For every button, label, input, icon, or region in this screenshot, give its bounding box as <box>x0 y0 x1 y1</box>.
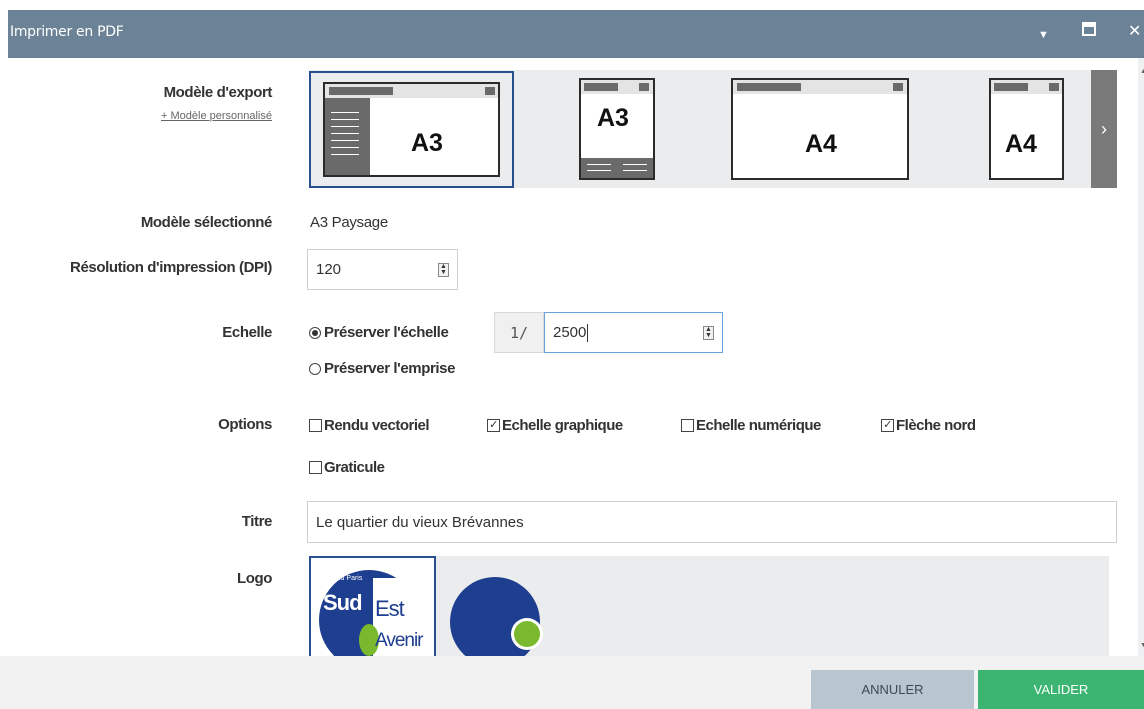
resolution-stepper[interactable]: ▲ ▼ <box>438 262 449 277</box>
scrollbar[interactable] <box>1138 58 1144 656</box>
checkbox-checked: ✓ <box>487 419 500 432</box>
option-label: Echelle numérique <box>696 417 821 434</box>
template-format-label: A3 <box>597 104 629 132</box>
selected-model-value: A3 Paysage <box>310 214 388 231</box>
checkbox <box>309 461 322 474</box>
radio-preserve-scale-label: Préserver l'échelle <box>324 324 449 341</box>
template-a3-landscape-preview: A3 <box>323 82 500 177</box>
option-label: Flèche nord <box>896 417 976 434</box>
title-value: Le quartier du vieux Brévannes <box>316 513 524 531</box>
option-numeric-scale[interactable]: Echelle numérique <box>681 417 821 434</box>
logo-text-avenir: Avenir <box>375 630 424 651</box>
maximize-icon[interactable] <box>1082 22 1096 42</box>
selected-model-label: Modèle sélectionné <box>140 214 273 231</box>
close-icon[interactable]: ✕ <box>1128 22 1141 42</box>
title-input[interactable]: Le quartier du vieux Brévannes <box>307 501 1117 543</box>
radio-preserve-scale[interactable]: Préserver l'échelle <box>309 324 449 341</box>
option-north-arrow[interactable]: ✓ Flèche nord <box>881 417 976 434</box>
option-vector-rendering[interactable]: Rendu vectoriel <box>309 417 430 434</box>
resolution-label: Résolution d'impression (DPI) <box>70 259 272 276</box>
option-graphic-scale[interactable]: ✓ Echelle graphique <box>487 417 623 434</box>
template-format-label: A3 <box>411 129 443 157</box>
option-graticule[interactable]: Graticule <box>309 459 385 476</box>
cancel-button[interactable]: ANNULER <box>811 670 974 709</box>
template-format-label: A4 <box>1005 130 1037 158</box>
carousel-next-button[interactable]: › <box>1091 70 1117 188</box>
export-model-label: Modèle d'export <box>163 84 273 101</box>
template-carousel: A3 A3 A4 A4 <box>309 70 1117 188</box>
radio-dot <box>309 362 321 375</box>
title-label: Titre <box>241 513 273 530</box>
checkbox <box>309 419 322 432</box>
radio-dot-selected <box>309 326 321 339</box>
logo-picker: Grand Paris Sud Est Avenir <box>309 556 1109 656</box>
circle-logo-icon <box>450 577 543 656</box>
validate-button[interactable]: VALIDER <box>978 670 1144 709</box>
template-format-label: A4 <box>805 130 837 158</box>
custom-model-link[interactable]: + Modèle personnalisé <box>161 110 272 122</box>
option-label: Rendu vectoriel <box>324 417 430 434</box>
scroll-up-icon[interactable]: ▲ <box>1140 68 1144 75</box>
checkbox <box>681 419 694 432</box>
template-a3-portrait[interactable]: A3 <box>579 78 655 180</box>
template-a4-portrait[interactable]: A4 <box>989 78 1064 180</box>
radio-preserve-extent-label: Préserver l'emprise <box>324 360 456 377</box>
template-a3-landscape[interactable]: A3 <box>309 71 514 188</box>
checkbox-checked: ✓ <box>881 419 894 432</box>
collapse-icon[interactable]: ▼ <box>1038 25 1049 45</box>
option-label: Graticule <box>324 459 385 476</box>
scale-input[interactable]: 2500 ▲ ▼ <box>544 312 723 353</box>
logo-label: Logo <box>236 570 272 587</box>
radio-preserve-extent[interactable]: Préserver l'emprise <box>309 360 455 377</box>
scale-label: Echelle <box>222 324 272 341</box>
dialog-title: Imprimer en PDF <box>10 24 124 40</box>
resolution-value: 120 <box>316 261 342 278</box>
resolution-input[interactable]: 120 ▲ ▼ <box>307 249 458 290</box>
options-label: Options <box>218 416 272 433</box>
logo-option-gpsea[interactable]: Grand Paris Sud Est Avenir <box>309 556 436 656</box>
logo-text-grand-paris: Grand Paris <box>325 575 363 582</box>
dialog-titlebar: Imprimer en PDF ▼ ✕ <box>8 10 1144 58</box>
scale-stepper[interactable]: ▲ ▼ <box>703 325 714 340</box>
scale-prefix: 1/ <box>494 312 544 353</box>
scroll-down-icon[interactable]: ▼ <box>1140 642 1144 649</box>
template-a4-landscape[interactable]: A4 <box>731 78 909 180</box>
scale-value: 2500 <box>553 324 587 341</box>
logo-option-circle[interactable] <box>449 556 549 656</box>
option-label: Echelle graphique <box>502 417 623 434</box>
logo-text-sud: Sud <box>323 590 362 615</box>
gpsea-logo-icon: Grand Paris Sud Est Avenir <box>319 570 434 656</box>
logo-text-est: Est <box>375 596 405 621</box>
